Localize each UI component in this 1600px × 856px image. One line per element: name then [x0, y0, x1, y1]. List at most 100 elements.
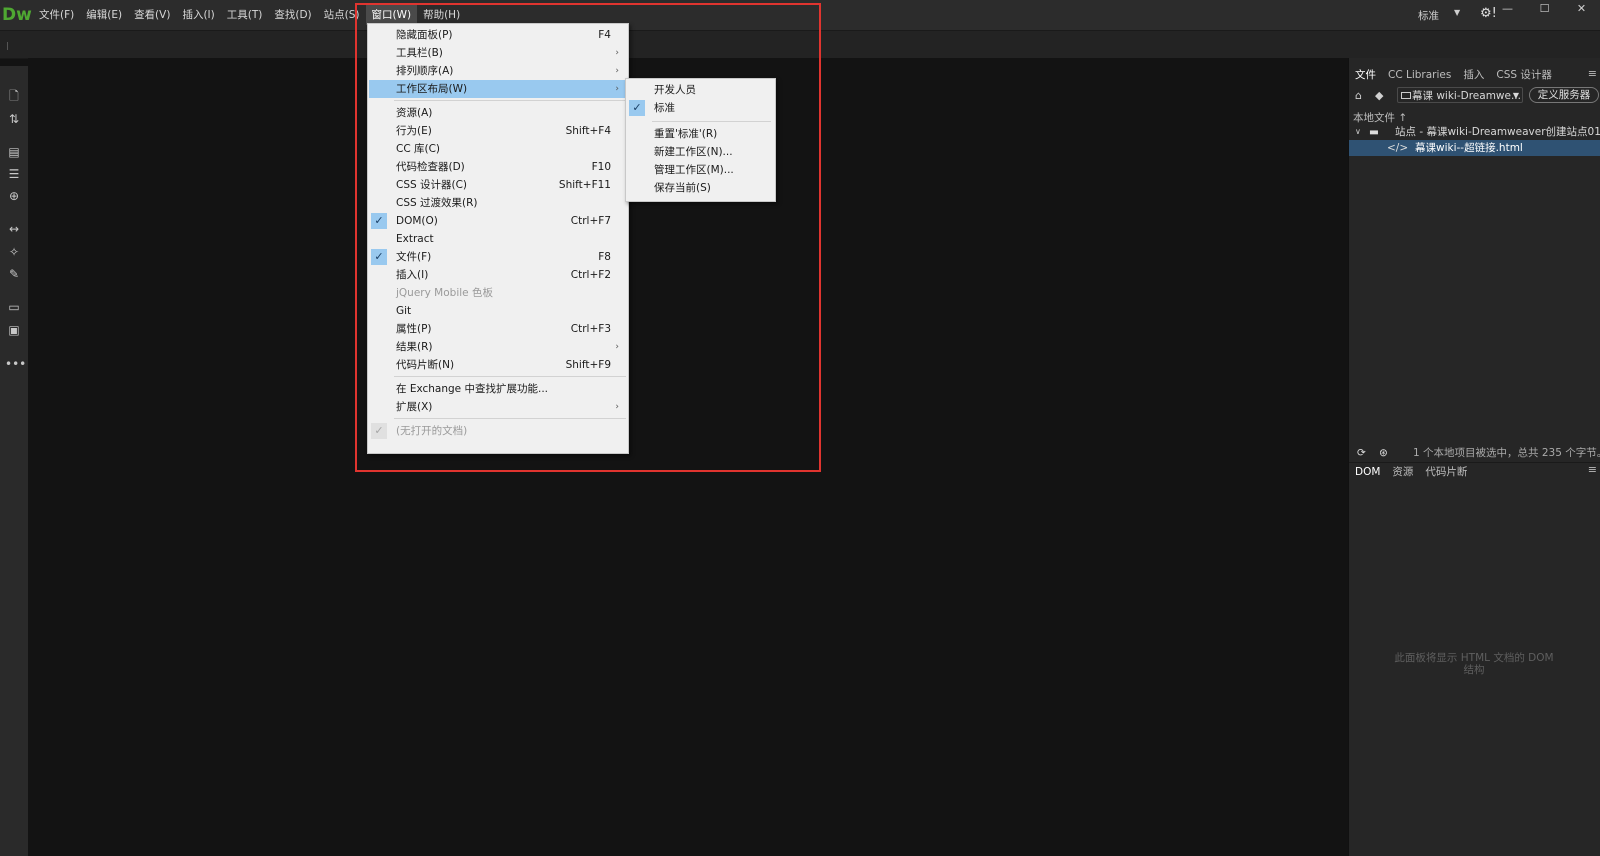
- chevron-right-icon: ›: [615, 66, 619, 76]
- submenu-item-save-current[interactable]: 保存当前(S): [627, 179, 774, 197]
- tab-cc-libraries[interactable]: CC Libraries: [1382, 66, 1457, 84]
- chevron-right-icon: ›: [615, 48, 619, 58]
- connect-icon[interactable]: ⌂: [1355, 89, 1362, 102]
- menu-tools[interactable]: 工具(T): [221, 5, 269, 25]
- menu-item-exchange[interactable]: 在 Exchange 中查找扩展功能...: [369, 380, 627, 398]
- panel-menu-icon[interactable]: ≡: [1588, 463, 1597, 476]
- brush-icon[interactable]: ✎: [5, 266, 23, 282]
- panel-menu-icon[interactable]: ≡: [1588, 67, 1597, 80]
- menu-item-css-designer[interactable]: CSS 设计器(C) Shift+F11: [369, 176, 627, 194]
- git-icon[interactable]: ◆: [1375, 89, 1383, 102]
- target-icon[interactable]: ⊕: [5, 188, 23, 204]
- submenu-item-standard[interactable]: ✓ 标准: [627, 99, 774, 117]
- close-button[interactable]: ✕: [1563, 0, 1600, 18]
- menu-item-no-open-documents: ✓ (无打开的文档): [369, 422, 627, 440]
- menu-item-workspace-layout[interactable]: 工作区布局(W) ›: [369, 80, 627, 98]
- menu-item-insert[interactable]: 插入(I) Ctrl+F2: [369, 266, 627, 284]
- chevron-right-icon: ›: [615, 342, 619, 352]
- menu-item-cc-libraries[interactable]: CC 库(C): [369, 140, 627, 158]
- menu-item-properties[interactable]: 属性(P) Ctrl+F3: [369, 320, 627, 338]
- local-files-header[interactable]: 本地文件 ↑: [1353, 110, 1407, 125]
- left-toolbar: 🗋 ⇅ ▤ ☰ ⊕ ↔ ✧ ✎ ▭ ▣ •••: [0, 66, 28, 856]
- site-row: ⌂ ◆ 幕课 wiki-Dreamwe... ▼ 定义服务器: [1349, 86, 1600, 106]
- tab-css-designer[interactable]: CSS 设计器: [1490, 66, 1558, 84]
- right-panel: 文件 CC Libraries 插入 CSS 设计器 ≡ ⌂ ◆ 幕课 wiki…: [1348, 58, 1600, 856]
- window-menu: 隐藏面板(P) F4 工具栏(B) › 排列顺序(A) › 工作区布局(W) › 资源(…: [367, 23, 629, 454]
- tab-snippets[interactable]: 代码片断: [1419, 463, 1473, 481]
- indent-icon[interactable]: ☰: [5, 166, 23, 182]
- minimize-button[interactable]: —: [1489, 0, 1526, 18]
- tree-site-root[interactable]: ∨ ▬ 站点 - 幕课wiki-Dreamweaver创建站点01 (C:\..…: [1349, 124, 1600, 140]
- submenu-item-reset-standard[interactable]: 重置'标准'(R): [627, 125, 774, 143]
- checkmark-icon: ✓: [371, 249, 387, 265]
- menu-item-extensions[interactable]: 扩展(X) ›: [369, 398, 627, 416]
- submenu-item-manage-workspaces[interactable]: 管理工作区(M)...: [627, 161, 774, 179]
- menu-edit[interactable]: 编辑(E): [80, 5, 128, 25]
- chevron-down-icon: ▼: [1512, 91, 1519, 100]
- checkmark-icon: ✓: [629, 100, 645, 116]
- refresh-icon[interactable]: ⟳: [1357, 444, 1366, 462]
- maximize-button[interactable]: ☐: [1526, 0, 1563, 18]
- folder-icon: ▬: [1369, 126, 1379, 138]
- more-icon[interactable]: •••: [5, 356, 26, 372]
- menu-item-snippets[interactable]: 代码片断(N) Shift+F9: [369, 356, 627, 374]
- menu-site[interactable]: 站点(S): [318, 5, 366, 25]
- chevron-down-icon[interactable]: ∨: [1355, 124, 1361, 140]
- dom-empty-message: 此面板将显示 HTML 文档的 DOM 结构: [1394, 652, 1554, 676]
- menu-item-results[interactable]: 结果(R) ›: [369, 338, 627, 356]
- menu-separator: [394, 376, 626, 377]
- new-document-icon[interactable]: 🗋: [5, 88, 23, 104]
- menu-item-code-inspector[interactable]: 代码检查器(D) F10: [369, 158, 627, 176]
- menu-item-files[interactable]: ✓ 文件(F) F8: [369, 248, 627, 266]
- folder-icon: [1401, 92, 1411, 99]
- menu-item-toolbars[interactable]: 工具栏(B) ›: [369, 44, 627, 62]
- wand-icon[interactable]: ✧: [5, 244, 23, 260]
- tab-insert[interactable]: 插入: [1457, 66, 1490, 84]
- status-text: 1 个本地项目被选中，总共 235 个字节。: [1413, 447, 1600, 459]
- menu-item-extract[interactable]: Extract: [369, 230, 627, 248]
- title-menu-bar: Dw 文件(F) 编辑(E) 查看(V) 插入(I) 工具(T) 查找(D) 站…: [0, 0, 1600, 30]
- document-toolbar: [0, 30, 1600, 59]
- menu-file[interactable]: 文件(F): [33, 5, 80, 25]
- menu-find[interactable]: 查找(D): [268, 5, 317, 25]
- dreamweaver-logo: Dw: [2, 5, 32, 25]
- menu-item-dom[interactable]: ✓ DOM(O) Ctrl+F7: [369, 212, 627, 230]
- menu-item-git[interactable]: Git: [369, 302, 627, 320]
- tree-file-row[interactable]: </> 幕课wiki--超链接.html: [1349, 140, 1600, 156]
- tree-file-label: 幕课wiki--超链接.html: [1415, 142, 1523, 154]
- menu-insert[interactable]: 插入(I): [176, 5, 220, 25]
- files-panel-tabs: 文件 CC Libraries 插入 CSS 设计器: [1349, 66, 1558, 84]
- chevron-right-icon: ›: [615, 84, 619, 94]
- menu-item-hide-panels[interactable]: 隐藏面板(P) F4: [369, 26, 627, 44]
- files-status-bar: ⟳ ⊛ 1 个本地项目被选中，总共 235 个字节。: [1349, 444, 1600, 462]
- menu-item-arrange[interactable]: 排列顺序(A) ›: [369, 62, 627, 80]
- menu-item-assets[interactable]: 资源(A): [369, 104, 627, 122]
- window-controls: — ☐ ✕: [1489, 0, 1600, 18]
- main-menubar: 文件(F) 编辑(E) 查看(V) 插入(I) 工具(T) 查找(D) 站点(S…: [33, 5, 466, 25]
- checkmark-icon: ✓: [371, 423, 387, 439]
- tab-assets[interactable]: 资源: [1386, 463, 1419, 481]
- comment-icon[interactable]: ▭: [5, 299, 23, 315]
- tab-dom[interactable]: DOM: [1349, 463, 1386, 481]
- submenu-item-developer[interactable]: 开发人员: [627, 81, 774, 99]
- menu-item-css-transitions[interactable]: CSS 过渡效果(R): [369, 194, 627, 212]
- define-server-button[interactable]: 定义服务器: [1529, 87, 1599, 103]
- site-select[interactable]: 幕课 wiki-Dreamwe... ▼: [1397, 87, 1523, 103]
- inspect-icon[interactable]: ▤: [5, 144, 23, 160]
- menu-item-behaviors[interactable]: 行为(E) Shift+F4: [369, 122, 627, 140]
- site-select-value: 幕课 wiki-Dreamwe...: [1412, 90, 1521, 102]
- menu-help[interactable]: 帮助(H): [417, 5, 466, 25]
- globe-icon[interactable]: ⊛: [1379, 444, 1388, 462]
- checkmark-icon: ✓: [371, 213, 387, 229]
- chevron-right-icon: ›: [615, 402, 619, 412]
- tab-files[interactable]: 文件: [1349, 66, 1382, 84]
- menu-view[interactable]: 查看(V): [128, 5, 176, 25]
- dom-panel-tabs: DOM 资源 代码片断: [1349, 462, 1600, 481]
- chevron-down-icon[interactable]: ▼: [1454, 8, 1460, 17]
- submenu-item-new-workspace[interactable]: 新建工作区(N)...: [627, 143, 774, 161]
- menu-window[interactable]: 窗口(W): [365, 5, 418, 25]
- expand-icon[interactable]: ↔: [5, 221, 23, 237]
- sort-icon[interactable]: ⇅: [5, 111, 23, 127]
- snippet-icon[interactable]: ▣: [5, 322, 23, 338]
- workspace-switcher[interactable]: 标准: [1418, 8, 1439, 23]
